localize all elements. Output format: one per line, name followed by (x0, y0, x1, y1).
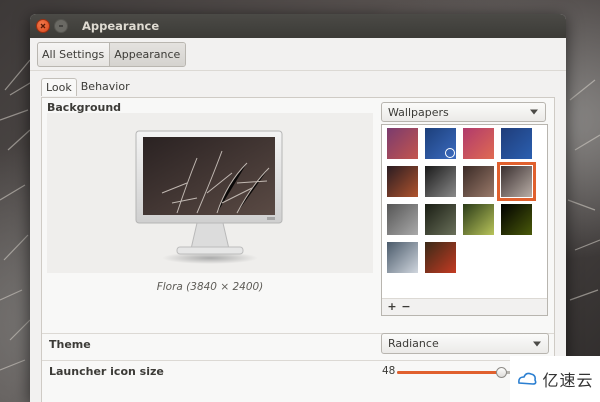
wallpaper-source-dropdown[interactable]: Wallpapers (381, 102, 546, 122)
add-wallpaper-button[interactable]: + (386, 301, 398, 313)
appearance-window: Appearance All Settings Appearance Look … (30, 14, 566, 402)
wallpaper-thumbnail-sunset[interactable] (387, 166, 418, 197)
theme-label: Theme (49, 338, 91, 351)
wallpaper-thumbnail-blue-swirl[interactable] (501, 128, 532, 159)
wallpaper-thumbnail-grey-plant[interactable] (387, 204, 418, 235)
launcher-size-label: Launcher icon size (49, 365, 164, 378)
tab-look[interactable]: Look (41, 78, 77, 96)
tab-behavior[interactable]: Behavior (77, 78, 134, 96)
watermark: 亿速云 (510, 356, 600, 402)
launcher-size-slider[interactable] (397, 367, 517, 378)
theme-value: Radiance (388, 337, 439, 350)
breadcrumb-appearance[interactable]: Appearance (110, 42, 186, 66)
breadcrumb-all-settings[interactable]: All Settings (38, 42, 111, 66)
wallpaper-thumbnail-macro-gears[interactable] (463, 166, 494, 197)
window-title: Appearance (82, 19, 160, 33)
wallpaper-thumbnail-stones[interactable] (387, 242, 418, 273)
breadcrumb: All Settings Appearance (37, 41, 187, 67)
tab-bar: Look Behavior (41, 78, 134, 96)
minimize-icon (59, 25, 63, 27)
wallpaper-thumbnail-green-leaves[interactable] (463, 204, 494, 235)
wallpaper-caption: Flora (3840 × 2400) (156, 281, 264, 293)
close-icon (40, 23, 46, 29)
launcher-size-value: 48 (382, 365, 396, 377)
chevron-down-icon (530, 109, 538, 115)
close-button[interactable] (36, 19, 50, 33)
wallpaper-thumbnail-purple-gradient[interactable] (387, 128, 418, 159)
slider-fill (397, 371, 502, 374)
look-panel: Background Flora (3840 × 2400) Wallpaper… (41, 97, 555, 402)
wallpaper-thumbnail-blue-clock[interactable] (425, 128, 456, 159)
wallpaper-thumbnail-dark-flowers[interactable] (425, 204, 456, 235)
wallpaper-thumbnail-flora[interactable] (497, 162, 536, 201)
watermark-text: 亿速云 (542, 371, 594, 390)
cloud-logo-icon (518, 372, 537, 385)
slider-handle[interactable] (496, 367, 508, 378)
wallpaper-thumbnail-pink-gradient[interactable] (463, 128, 494, 159)
titlebar: Appearance (30, 14, 566, 38)
current-wallpaper-check-icon (445, 148, 455, 158)
thumbnail-list (387, 128, 536, 273)
monitor-illustration (135, 130, 283, 264)
wallpaper-thumbnail-tulips[interactable] (425, 242, 456, 273)
remove-wallpaper-button[interactable]: − (400, 301, 412, 313)
wallpaper-thumbnail-firefly[interactable] (501, 204, 532, 235)
wallpaper-thumbnail-clock-dark[interactable] (425, 166, 456, 197)
wallpaper-source-value: Wallpapers (388, 105, 449, 119)
wallpaper-grid: + − (381, 124, 548, 316)
theme-dropdown[interactable]: Radiance (381, 333, 549, 354)
wallpaper-preview (47, 113, 373, 273)
minimize-button[interactable] (54, 19, 68, 33)
chevron-down-icon (533, 341, 541, 346)
divider (42, 360, 554, 361)
toolbar: All Settings Appearance (30, 38, 566, 71)
wallpaper-grid-footer: + − (382, 298, 547, 315)
